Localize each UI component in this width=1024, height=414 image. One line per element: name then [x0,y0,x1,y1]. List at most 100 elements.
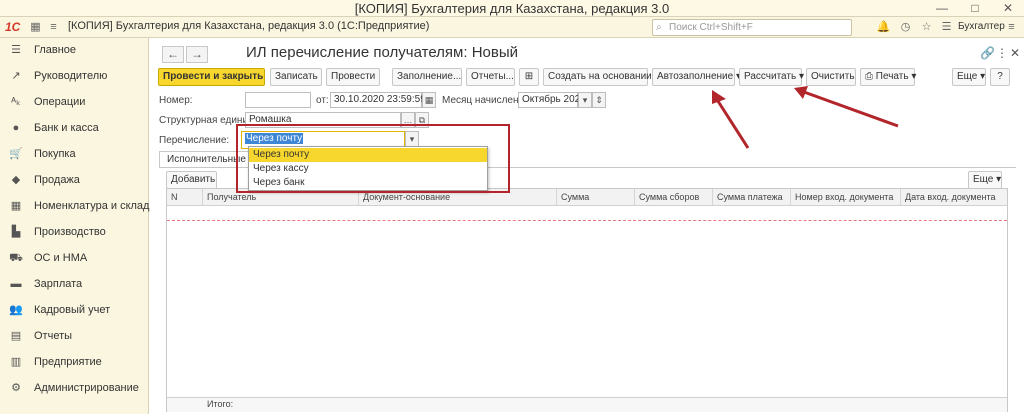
sidebar-item-label: Руководителю [34,70,108,82]
maximize-button[interactable]: □ [960,0,990,17]
apps-icon[interactable]: ▦ [28,20,43,35]
clear-button[interactable]: Очистить [806,68,856,86]
sidebar-item-label: Отчеты [34,330,73,342]
sidebar-item-hr[interactable]: 👥 Кадровый учет [0,298,149,324]
close-window-button[interactable]: ✕ [993,0,1023,17]
column-header[interactable]: Сумма сборов [635,189,713,205]
sidebar-item-warehouse[interactable]: ▦ Номенклатура и склад [0,194,150,220]
column-header[interactable]: Дата вход. документа [901,189,1007,205]
sidebar-item-manager[interactable]: ↗ Руководителю [0,64,149,90]
minimize-button[interactable]: — [927,0,957,17]
people-icon: 👥 [9,304,23,316]
table-more-button[interactable]: Еще ▾ [968,171,1002,189]
number-field[interactable] [245,92,311,108]
user-icon[interactable]: ☰ [939,20,954,35]
sidebar-item-label: Зарплата [34,278,83,290]
total-label: Итого: [207,399,234,409]
writs-table[interactable]: N Получатель Документ-основание Сумма Су… [166,188,1008,412]
fill-button[interactable]: Заполнение... [392,68,462,86]
window-title: [КОПИЯ] Бухгалтерия для Казахстана, реда… [354,1,670,16]
forward-button[interactable]: → [186,46,208,63]
sidebar-item-main[interactable]: ☰ Главное [0,38,149,64]
save-button[interactable]: Записать [270,68,322,86]
bag-icon: ◆ [11,174,21,186]
factory-icon: ▙ [11,226,21,238]
cart-icon: 🛒 [9,148,23,160]
table-more-label: Еще [973,174,994,185]
help-button[interactable]: ? [990,68,1010,86]
reports-button[interactable]: Отчеты... [466,68,515,86]
sidebar-item-bank[interactable]: ● Банк и касса [0,116,149,142]
link-icon[interactable]: 🔗 [980,46,995,60]
sidebar-item-production[interactable]: ▙ Производство [0,220,149,246]
transfer-label: Перечисление: [159,135,230,146]
sidebar-item-label: Предприятие [34,356,102,368]
search-input[interactable]: ⌕ Поиск Ctrl+Shift+F [652,19,852,36]
date-field[interactable]: 30.10.2020 23:59:59 [330,92,426,108]
user-name[interactable]: Бухгалтер [958,21,1005,32]
warehouse-icon: ▦ [10,200,22,212]
menu-icon: ☰ [11,44,21,56]
sidebar-item-label: Номенклатура и склад [34,200,150,212]
bell-icon[interactable]: 🔔 [876,20,891,35]
post-button[interactable]: Провести [326,68,380,86]
calculate-button[interactable]: Рассчитать ▾ [739,68,804,86]
sidebar-item-reports[interactable]: ▤ Отчеты [0,324,149,350]
sidebar-item-salary[interactable]: ▬ Зарплата [0,272,149,298]
more-button[interactable]: Еще ▾ [952,68,986,86]
sidebar-item-operations[interactable]: ᴬₖ Операции [0,90,149,116]
more-label: Еще [957,71,978,82]
gear-icon: ⚙ [11,382,21,394]
month-field[interactable]: Октябрь 2020 [518,92,586,108]
close-icon[interactable]: ✕ [1010,46,1020,60]
settings-icon[interactable]: ≡ [1004,20,1019,35]
empty-row-divider [167,220,1007,221]
app-toolbar: 1С ▦ ≡ [КОПИЯ] Бухгалтерия для Казахстан… [0,17,1024,38]
sidebar-item-sales[interactable]: ◆ Продажа [0,168,149,194]
column-header[interactable]: Сумма [557,189,635,205]
sidebar-item-label: Производство [34,226,106,238]
highlight-box [236,124,510,193]
back-button[interactable]: ← [162,46,184,63]
app-title: [КОПИЯ] Бухгалтерия для Казахстана, реда… [68,20,430,32]
print-button[interactable]: ⎙ Печать ▾ [860,68,916,86]
menu-icon[interactable]: ≡ [46,20,61,35]
sidebar-item-label: Администрирование [34,382,139,394]
star-icon[interactable]: ☆ [919,20,934,35]
add-button[interactable]: Добавить [166,171,217,189]
column-header[interactable]: Номер вход. документа [791,189,901,205]
sidebar-item-assets[interactable]: ⛟ ОС и НМА [0,246,149,272]
create-based-button[interactable]: Создать на основании ▾ [543,68,660,86]
number-label: Номер: [159,95,193,106]
date-label: от: [316,95,329,106]
more-vertical-icon[interactable]: ⋮ [996,46,1008,60]
sidebar-item-label: Операции [34,96,86,108]
window-titlebar: [КОПИЯ] Бухгалтерия для Казахстана, реда… [0,0,1024,17]
search-placeholder: Поиск Ctrl+Shift+F [669,22,753,33]
calendar-icon[interactable]: ▦ [422,92,436,108]
truck-icon: ⛟ [9,252,23,264]
salary-icon: ▬ [10,278,22,290]
sidebar-item-admin[interactable]: ⚙ Администрирование [0,376,149,402]
history-icon[interactable]: ◷ [898,20,913,35]
print-icon: ⎙ [865,71,873,82]
sidebar-item-label: ОС и НМА [34,252,88,264]
sidebar-item-label: Покупка [34,148,76,160]
chart-icon: ↗ [11,70,21,82]
sidebar-item-label: Продажа [34,174,80,186]
stepper-icon[interactable]: ⇕ [592,92,606,108]
chevron-down-icon[interactable]: ▾ [578,92,592,108]
create-based-label: Создать на основании [548,71,652,82]
structure-icon[interactable]: ⊞ [519,68,539,86]
column-header[interactable]: Сумма платежа [713,189,791,205]
operations-icon: ᴬₖ [11,96,21,108]
sidebar-item-label: Главное [34,44,77,56]
post-close-button[interactable]: Провести и закрыть [158,68,265,86]
autofill-button[interactable]: Автозаполнение ▾ [652,68,741,86]
sidebar-item-enterprise[interactable]: ▥ Предприятие [0,350,149,376]
sidebar-item-purchase[interactable]: 🛒 Покупка [0,142,149,168]
logo: 1С [5,20,21,34]
print-label: Печать [875,71,909,82]
column-header[interactable]: N [167,189,203,205]
sidebar: ☰ Главное ↗ Руководителю ᴬₖ Операции ● Б… [0,38,149,414]
